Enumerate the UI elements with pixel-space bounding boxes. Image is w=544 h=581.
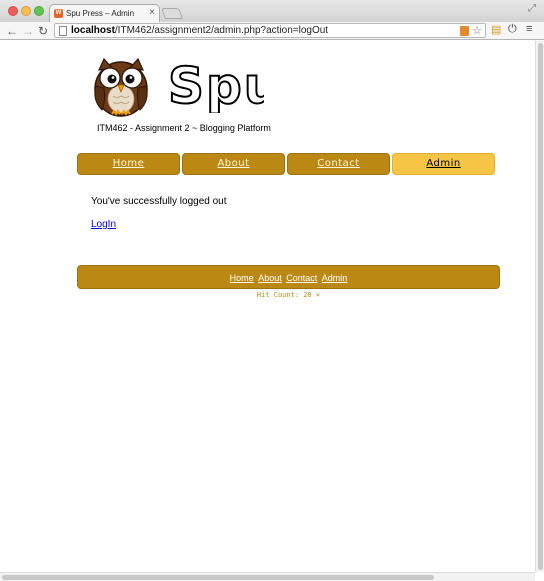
new-tab-button[interactable] xyxy=(160,8,184,19)
power-icon[interactable]: ⏻ xyxy=(508,23,517,36)
footer-link-about[interactable]: About xyxy=(258,273,282,283)
extension-icon[interactable]: ▤ xyxy=(491,23,501,36)
login-link[interactable]: LogIn xyxy=(91,219,116,230)
tab-title: Spu Press – Admin xyxy=(66,9,135,18)
back-arrow-icon[interactable]: ← xyxy=(6,23,18,39)
page-content: Spu ITM462 - Assignment 2 ~ Blogging Pla… xyxy=(0,41,544,572)
owl-logo-icon xyxy=(94,57,148,117)
menu-icon[interactable]: ≡ xyxy=(526,23,532,35)
tab-close-icon[interactable]: × xyxy=(149,7,155,18)
url-text: localhost/ITM462/assignment2/admin.php?a… xyxy=(71,25,328,36)
nav-item-home[interactable]: Home xyxy=(77,153,180,175)
reload-icon[interactable]: ↻ xyxy=(38,23,48,39)
url-path: /ITM462/assignment2/admin.php?action=log… xyxy=(114,25,329,36)
logout-message: You've successfully logged out xyxy=(91,196,227,207)
browser-tab[interactable]: W Spu Press – Admin × xyxy=(49,4,160,22)
horizontal-scroll-thumb[interactable] xyxy=(2,575,434,580)
nav-item-label[interactable]: About xyxy=(217,158,249,169)
horizontal-scrollbar[interactable] xyxy=(0,572,535,581)
footer-link-contact[interactable]: Contact xyxy=(286,273,317,283)
footer-link-home[interactable]: Home xyxy=(230,273,254,283)
hit-counter: Hit Count: 20 × xyxy=(256,291,321,299)
nav-item-label[interactable]: Contact xyxy=(317,158,359,169)
bookmark-star-icon[interactable]: ☆ xyxy=(472,24,482,37)
nav-item-admin[interactable]: Admin xyxy=(392,153,495,175)
url-host: localhost xyxy=(71,25,115,36)
window-close-button[interactable] xyxy=(8,6,18,16)
page-icon xyxy=(59,26,67,36)
page-action-icon[interactable] xyxy=(460,26,469,36)
nav-item-about[interactable]: About xyxy=(182,153,285,175)
forward-arrow-icon[interactable]: → xyxy=(22,23,34,39)
site-subtitle: ITM462 - Assignment 2 ~ Blogging Platfor… xyxy=(97,123,271,133)
footer-link-admin[interactable]: Admin xyxy=(322,273,348,283)
tab-favicon-icon: W xyxy=(54,9,63,18)
main-nav: Home About Contact Admin xyxy=(77,153,497,175)
fullscreen-icon[interactable]: ⤢ xyxy=(528,3,536,14)
nav-item-contact[interactable]: Contact xyxy=(287,153,390,175)
browser-toolbar: ← → ↻ localhost/ITM462/assignment2/admin… xyxy=(0,22,544,40)
footer-nav: Home About Contact Admin xyxy=(77,265,500,289)
vertical-scroll-thumb[interactable] xyxy=(538,43,543,570)
vertical-scrollbar[interactable] xyxy=(535,41,544,572)
nav-item-label[interactable]: Home xyxy=(113,158,145,169)
browser-titlebar: W Spu Press – Admin × ⤢ xyxy=(0,0,544,22)
address-bar[interactable]: localhost/ITM462/assignment2/admin.php?a… xyxy=(54,23,486,38)
window-maximize-button[interactable] xyxy=(34,6,44,16)
nav-item-label[interactable]: Admin xyxy=(426,158,460,169)
site-logo-text: Spu xyxy=(168,57,264,113)
window-minimize-button[interactable] xyxy=(21,6,31,16)
site-logo: Spu xyxy=(167,57,264,113)
